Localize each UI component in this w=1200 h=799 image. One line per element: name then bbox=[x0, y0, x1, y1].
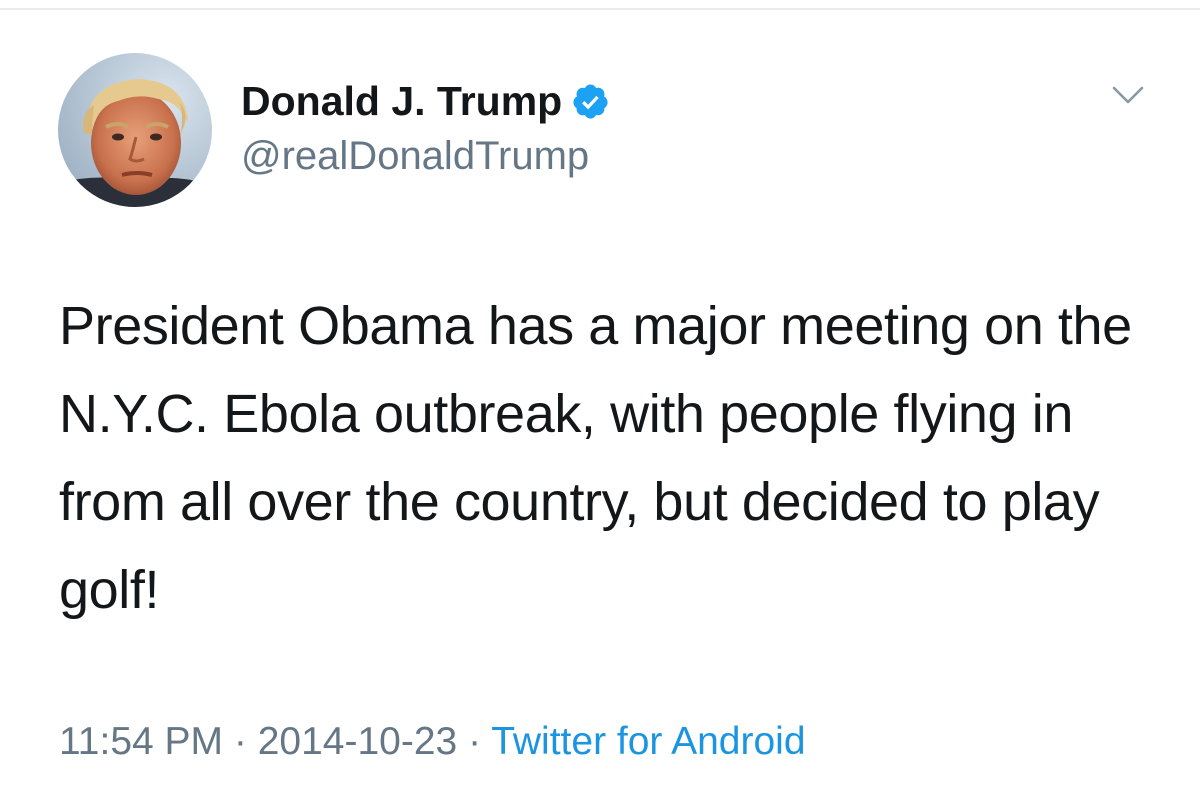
author-display-name[interactable]: Donald J. Trump bbox=[241, 78, 562, 125]
verified-badge-icon bbox=[573, 83, 608, 119]
author-name-row[interactable]: Donald J. Trump bbox=[241, 76, 610, 126]
tweet-date[interactable]: 2014-10-23 bbox=[258, 720, 458, 763]
tweet-card: Donald J. Trump @realDonaldTrump Preside… bbox=[0, 0, 1200, 799]
tweet-meta: 11:54 PM · 2014-10-23 · Twitter for Andr… bbox=[59, 720, 806, 764]
tweet-time[interactable]: 11:54 PM bbox=[59, 720, 223, 763]
meta-separator: · bbox=[468, 720, 482, 763]
meta-separator: · bbox=[233, 720, 247, 763]
avatar-photo bbox=[58, 53, 212, 207]
author-handle[interactable]: @realDonaldTrump bbox=[241, 134, 589, 179]
author-avatar[interactable] bbox=[58, 53, 212, 207]
tweet-text: President Obama has a major meeting on t… bbox=[59, 296, 1132, 620]
chevron-down-icon[interactable] bbox=[1108, 80, 1148, 110]
tweet-source-link[interactable]: Twitter for Android bbox=[491, 720, 805, 763]
